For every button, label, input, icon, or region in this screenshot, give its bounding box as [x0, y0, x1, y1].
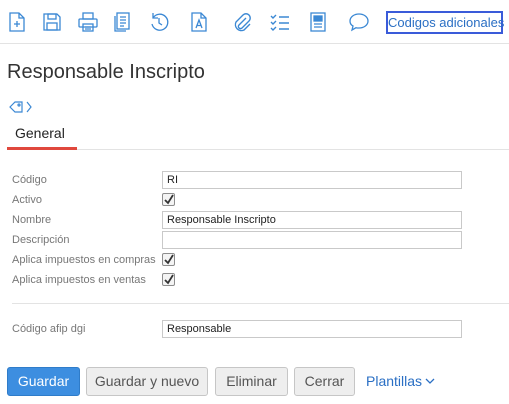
tab-bar: General — [7, 122, 509, 150]
descripcion-row: Descripción — [12, 231, 472, 249]
tags-control[interactable] — [9, 99, 32, 115]
aplica-ventas-row: Aplica impuestos en ventas — [12, 271, 472, 289]
plantillas-label: Plantillas — [366, 373, 423, 389]
guardar-y-nuevo-button[interactable]: Guardar y nuevo — [86, 367, 208, 396]
codigo-label: Código — [12, 174, 47, 186]
page-title: Responsable Inscripto — [7, 61, 205, 83]
aplica-compras-checkbox[interactable] — [162, 253, 175, 266]
copy-icon[interactable] — [111, 10, 135, 34]
eliminar-button[interactable]: Eliminar — [215, 367, 288, 396]
document-text-icon[interactable] — [187, 10, 211, 34]
codigo-afip-row: Código afip dgi — [12, 320, 472, 338]
plantillas-dropdown[interactable]: Plantillas — [366, 373, 435, 389]
aplica-compras-label: Aplica impuestos en compras — [12, 254, 156, 266]
report-icon[interactable] — [306, 10, 330, 34]
codigos-adicionales-button[interactable]: Codigos adicionales — [386, 11, 504, 34]
chevron-down-icon — [425, 378, 435, 384]
tab-general[interactable]: General — [7, 122, 77, 150]
nombre-row: Nombre — [12, 211, 472, 229]
activo-row: Activo — [12, 191, 472, 209]
nombre-field[interactable] — [162, 211, 462, 229]
history-icon[interactable] — [147, 10, 171, 34]
attachment-icon[interactable] — [229, 10, 253, 34]
chevron-right-icon[interactable] — [26, 101, 32, 113]
activo-label: Activo — [12, 194, 42, 206]
activo-checkbox[interactable] — [162, 193, 175, 206]
guardar-button[interactable]: Guardar — [7, 367, 80, 396]
descripcion-field[interactable] — [162, 231, 462, 249]
toolbar: Codigos adicionales — [0, 0, 509, 44]
codigo-row: Código — [12, 171, 472, 189]
aplica-compras-row: Aplica impuestos en compras — [12, 251, 472, 269]
aplica-ventas-label: Aplica impuestos en ventas — [12, 274, 146, 286]
nombre-label: Nombre — [12, 214, 52, 226]
descripcion-label: Descripción — [12, 234, 70, 246]
tag-icon[interactable] — [9, 101, 23, 113]
new-document-icon[interactable] — [5, 10, 29, 34]
codigo-field[interactable] — [162, 171, 462, 189]
codigo-afip-field[interactable] — [162, 320, 462, 338]
print-icon[interactable] — [76, 10, 100, 34]
checklist-icon[interactable] — [268, 10, 292, 34]
codigo-afip-label: Código afip dgi — [12, 323, 86, 335]
section-divider — [12, 303, 509, 304]
save-icon[interactable] — [40, 10, 64, 34]
comment-icon[interactable] — [347, 10, 371, 34]
cerrar-button[interactable]: Cerrar — [294, 367, 355, 396]
aplica-ventas-checkbox[interactable] — [162, 273, 175, 286]
